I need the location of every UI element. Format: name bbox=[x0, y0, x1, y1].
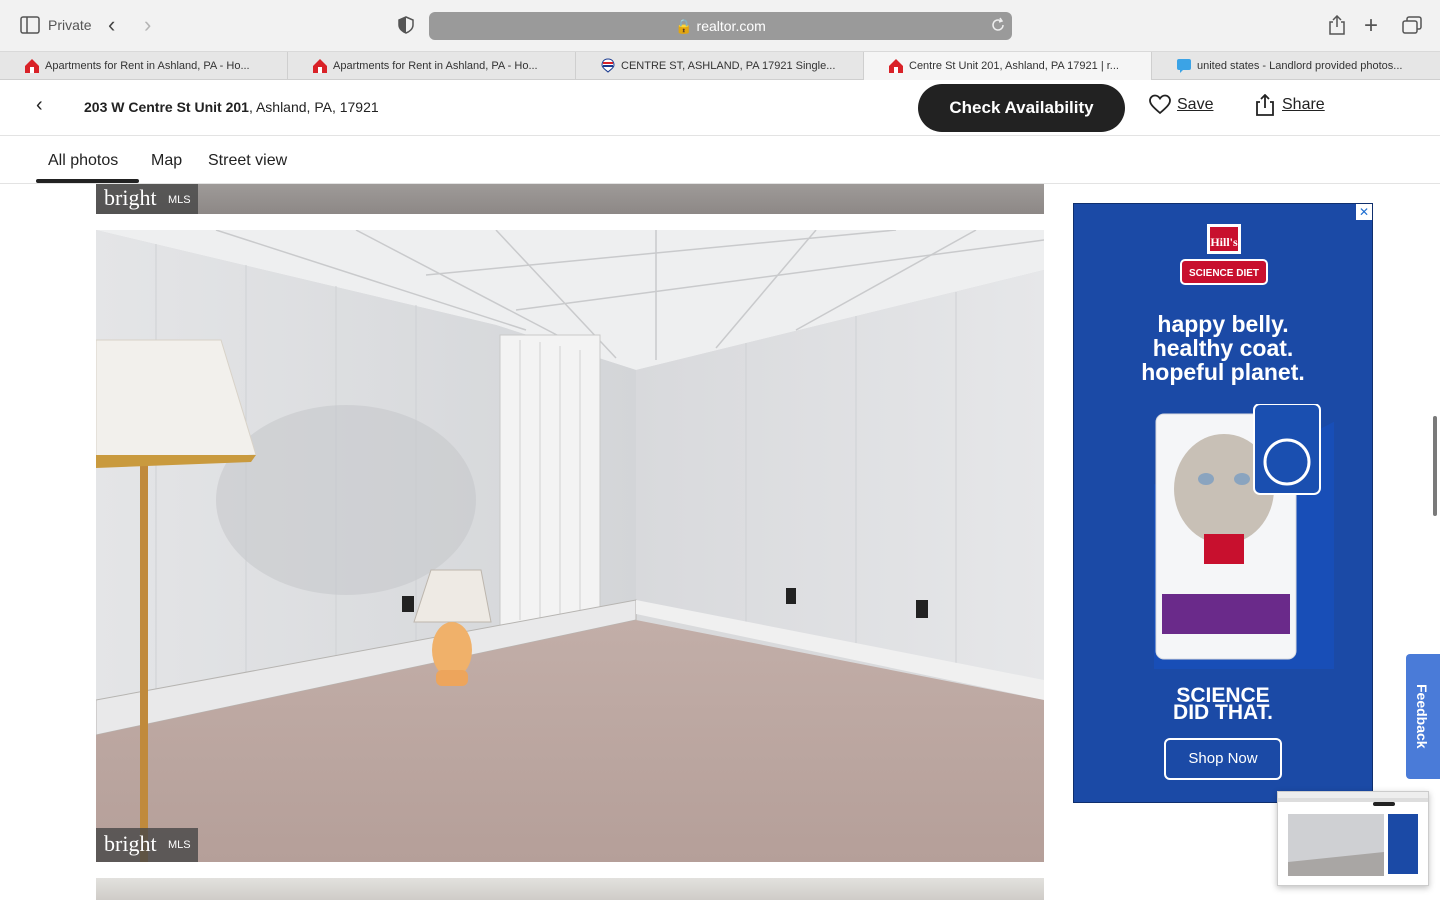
screenshot-thumbnail-image bbox=[1278, 792, 1428, 876]
privacy-shield-icon[interactable] bbox=[398, 16, 414, 34]
bright-mls-watermark: bright MLS bbox=[96, 184, 198, 214]
browser-tab[interactable]: Apartments for Rent in Ashland, PA - Ho.… bbox=[288, 52, 576, 80]
photo-view-tabs: All photos Map Street view bbox=[0, 136, 1440, 184]
new-tab-icon[interactable]: + bbox=[1364, 12, 1378, 40]
forward-icon[interactable]: › bbox=[144, 12, 151, 38]
listing-address: 203 W Centre St Unit 201, Ashland, PA, 1… bbox=[84, 99, 379, 115]
address-bar[interactable]: 🔒 realtor.com bbox=[429, 12, 1012, 40]
reload-icon[interactable] bbox=[990, 17, 1006, 33]
share-icon bbox=[1256, 94, 1274, 116]
check-availability-button[interactable]: Check Availability bbox=[918, 84, 1125, 132]
tab-street-view[interactable]: Street view bbox=[208, 152, 287, 170]
address-locality: , Ashland, PA, 17921 bbox=[248, 99, 379, 115]
shop-now-button[interactable]: Shop Now bbox=[1164, 738, 1282, 780]
ad-close-icon[interactable]: ✕ bbox=[1356, 204, 1372, 220]
back-to-listing-icon[interactable]: ‹ bbox=[36, 94, 43, 117]
browser-toolbar: Private ‹ › 🔒 realtor.com + bbox=[0, 0, 1440, 52]
ad-headline: happy belly. healthy coat. hopeful plane… bbox=[1141, 311, 1305, 385]
screenshot-thumbnail[interactable] bbox=[1277, 791, 1429, 886]
svg-text:Hill's: Hill's bbox=[1210, 235, 1238, 249]
browser-tab[interactable]: united states - Landlord provided photos… bbox=[1152, 52, 1440, 80]
tab-strip: Apartments for Rent in Ashland, PA - Ho.… bbox=[0, 52, 1440, 80]
address-street: 203 W Centre St Unit 201 bbox=[84, 99, 249, 115]
stackexchange-icon bbox=[1177, 59, 1191, 73]
back-icon[interactable]: ‹ bbox=[108, 12, 115, 38]
share-icon[interactable] bbox=[1328, 15, 1346, 35]
save-label: Save bbox=[1177, 96, 1214, 113]
tab-map[interactable]: Map bbox=[151, 152, 182, 170]
browser-tab[interactable]: CENTRE ST, ASHLAND, PA 17921 Single... bbox=[576, 52, 864, 80]
browser-tab-active[interactable]: Centre St Unit 201, Ashland, PA 17921 | … bbox=[864, 52, 1152, 80]
listing-header: ‹ 203 W Centre St Unit 201, Ashland, PA,… bbox=[0, 80, 1440, 136]
remax-balloon-icon bbox=[601, 58, 615, 73]
realtor-house-icon bbox=[889, 59, 903, 73]
svg-text:SCIENCE DIET: SCIENCE DIET bbox=[1189, 268, 1259, 279]
active-tab-indicator bbox=[36, 179, 139, 183]
feedback-tab[interactable]: Feedback bbox=[1406, 654, 1440, 779]
realtor-house-icon bbox=[25, 59, 39, 73]
bright-mls-watermark: bright MLS bbox=[96, 828, 198, 862]
private-label: Private bbox=[48, 17, 92, 33]
realtor-house-icon bbox=[313, 59, 327, 73]
heart-icon bbox=[1149, 94, 1171, 115]
browser-tab[interactable]: Apartments for Rent in Ashland, PA - Ho.… bbox=[0, 52, 288, 80]
room-photo-image bbox=[96, 230, 1044, 862]
sidebar-toggle-icon[interactable] bbox=[20, 16, 40, 34]
ad-tagline: SCIENCE DID THAT. bbox=[1173, 684, 1273, 724]
url-text: 🔒 realtor.com bbox=[675, 18, 766, 34]
listing-photo[interactable]: bright MLS bbox=[96, 230, 1044, 862]
page-scrollbar-thumb[interactable] bbox=[1433, 416, 1437, 516]
listing-photo[interactable] bbox=[96, 878, 1044, 900]
hills-science-diet-ad[interactable]: ✕ Hill's SCIENCE DIET happy belly. healt… bbox=[1073, 203, 1373, 803]
listing-photo[interactable]: bright MLS bbox=[96, 184, 1044, 214]
cat-food-bag-image bbox=[1154, 404, 1334, 669]
tab-all-photos[interactable]: All photos bbox=[48, 152, 118, 170]
tab-overview-icon[interactable] bbox=[1402, 16, 1422, 34]
share-label: Share bbox=[1282, 96, 1325, 113]
hills-logo: Hill's SCIENCE DIET bbox=[1180, 224, 1268, 285]
